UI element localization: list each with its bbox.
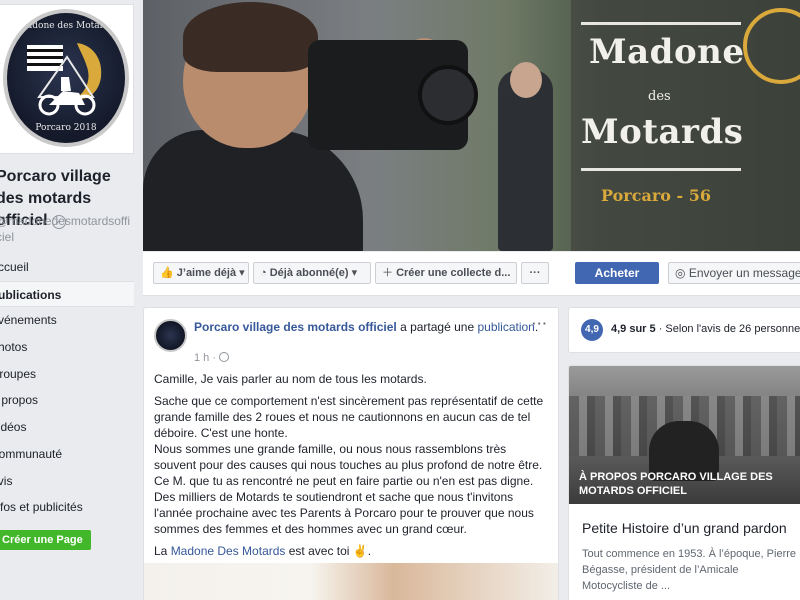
motorcycle-flag-icon <box>27 43 102 116</box>
logo-motards: Motards <box>581 112 744 152</box>
post-paragraph: Camille, Je vais parler au nom de tous l… <box>154 372 427 386</box>
about-card[interactable]: À propos Porcaro village des motards off… <box>568 365 800 600</box>
create-fundraiser-button[interactable]: ＋ Créer une collecte d... <box>375 262 517 284</box>
rating-text: 4,9 sur 5 · Selon l'avis de 26 personnes <box>611 323 800 335</box>
logo-porcaro: Porcaro - 56 <box>601 186 711 205</box>
globe-icon <box>219 352 230 362</box>
logo-rule-bottom <box>581 168 741 171</box>
logo-madone: Madone <box>589 32 745 72</box>
profile-logo-top-text: Madone des Motards <box>17 21 115 31</box>
logo-des: des <box>648 89 671 104</box>
post-paragraph-text: Nous sommes une grande famille, ou nous … <box>154 442 543 536</box>
nav-item-infos-publicites[interactable]: Infos et publicités <box>0 494 134 521</box>
nav-item-avis[interactable]: Avis <box>0 468 134 495</box>
about-description: Tout commence en 1953. À l’époque, Pierr… <box>582 548 797 592</box>
follow-button[interactable]: ◔ Déjà abonné(e) ▾ <box>253 262 371 284</box>
post-text: La <box>154 544 171 558</box>
rating-badge: 4,9 <box>581 319 603 341</box>
plus-icon: ＋ <box>382 267 393 279</box>
nav-item-a-propos[interactable]: À propos <box>0 387 134 414</box>
post-paragraph: Sache que ce comportement n'est sincèrem… <box>154 393 549 537</box>
nav-item-accueil[interactable]: Accueil <box>0 254 134 281</box>
post-photo[interactable] <box>144 563 558 600</box>
messenger-icon: ◎ <box>675 266 686 280</box>
send-message-label: Envoyer un message <box>688 266 800 280</box>
post-options-button[interactable]: ··· <box>532 316 548 331</box>
send-message-button[interactable]: ◎ Envoyer un message <box>668 262 800 284</box>
like-button[interactable]: 👍 J’aime déjà ▾ <box>153 262 249 284</box>
video-camera <box>308 40 478 150</box>
profile-logo-bottom-text: Porcaro 2018 <box>35 123 97 133</box>
cover-photo[interactable]: Madone des Motards Porcaro - 56 <box>143 0 800 251</box>
post-shared-text: a partagé une <box>396 320 478 334</box>
camera-lens <box>418 65 478 125</box>
left-sidebar: Madone des Motards Porcaro 2018 Porcaro … <box>0 0 140 600</box>
rss-icon: ◔ <box>260 267 267 279</box>
buy-button[interactable]: Acheter <box>575 262 659 284</box>
nav-item-videos[interactable]: Vidéos <box>0 414 134 441</box>
rating-detail: · Selon l'avis de 26 personnes <box>655 323 800 335</box>
nav-item-evenements[interactable]: Événements <box>0 307 134 334</box>
post-card: Porcaro village des motards officiel a p… <box>143 307 559 600</box>
page-action-bar: 👍 J’aime déjà ▾ ◔ Déjà abonné(e) ▾ ＋ Cré… <box>143 252 800 296</box>
cameraman-hair <box>183 2 318 72</box>
nav-item-photos[interactable]: Photos <box>0 334 134 361</box>
about-caption: À propos Porcaro village des motards off… <box>579 471 773 497</box>
about-photo: À propos Porcaro village des motards off… <box>569 366 800 504</box>
like-icon: 👍 <box>160 267 174 279</box>
page-nav: Accueil Publications Événements Photos G… <box>0 254 134 521</box>
post-shared-link[interactable]: publication <box>477 320 534 334</box>
post-text: est avec toi ✌️. <box>285 544 372 558</box>
page-handle[interactable]: @madonedesmotardsofficiel <box>0 213 136 245</box>
nav-item-groupes[interactable]: Groupes <box>0 361 134 388</box>
profile-picture[interactable]: Madone des Motards Porcaro 2018 <box>0 4 134 154</box>
facebook-page: Madone des Motards Porcaro 2018 Porcaro … <box>0 0 800 600</box>
chevron-down-icon: ▾ <box>239 267 245 279</box>
more-options-button[interactable]: ··· <box>521 262 549 284</box>
biker-head <box>510 62 542 98</box>
post-timestamp[interactable]: 1 h · <box>194 352 230 364</box>
post-author-avatar[interactable] <box>154 319 187 352</box>
post-mention-link[interactable]: Madone Des Motards <box>171 544 286 558</box>
post-paragraph: La Madone Des Motards est avec toi ✌️. <box>154 543 549 559</box>
post-author-link[interactable]: Porcaro village des motards officiel <box>194 320 397 334</box>
create-page-button[interactable]: Créer une Page <box>0 530 91 550</box>
like-button-label: J’aime déjà <box>176 267 237 279</box>
about-title[interactable]: Petite Histoire d’un grand pardon <box>582 520 787 536</box>
rating-card[interactable]: 4,9 4,9 sur 5 · Selon l'avis de 26 perso… <box>568 307 800 353</box>
logo-rule-top <box>581 22 741 25</box>
profile-logo: Madone des Motards Porcaro 2018 <box>3 9 129 147</box>
create-fundraiser-label: Créer une collecte d... <box>396 267 511 279</box>
rating-summary: 4,9 sur 5 <box>611 323 656 335</box>
nav-item-communaute[interactable]: Communauté <box>0 441 134 468</box>
chevron-down-icon: ▾ <box>351 267 358 279</box>
nav-item-publications[interactable]: Publications <box>0 280 134 308</box>
post-body: Camille, Je vais parler au nom de tous l… <box>154 371 549 565</box>
background-biker <box>498 62 553 251</box>
post-paragraph-text: Sache que ce comportement n'est sincèrem… <box>154 394 544 440</box>
post-header: Porcaro village des motards officiel a p… <box>194 320 544 335</box>
post-time: 1 h · <box>194 352 220 364</box>
follow-button-label: Déjà abonné(e) <box>269 267 349 279</box>
